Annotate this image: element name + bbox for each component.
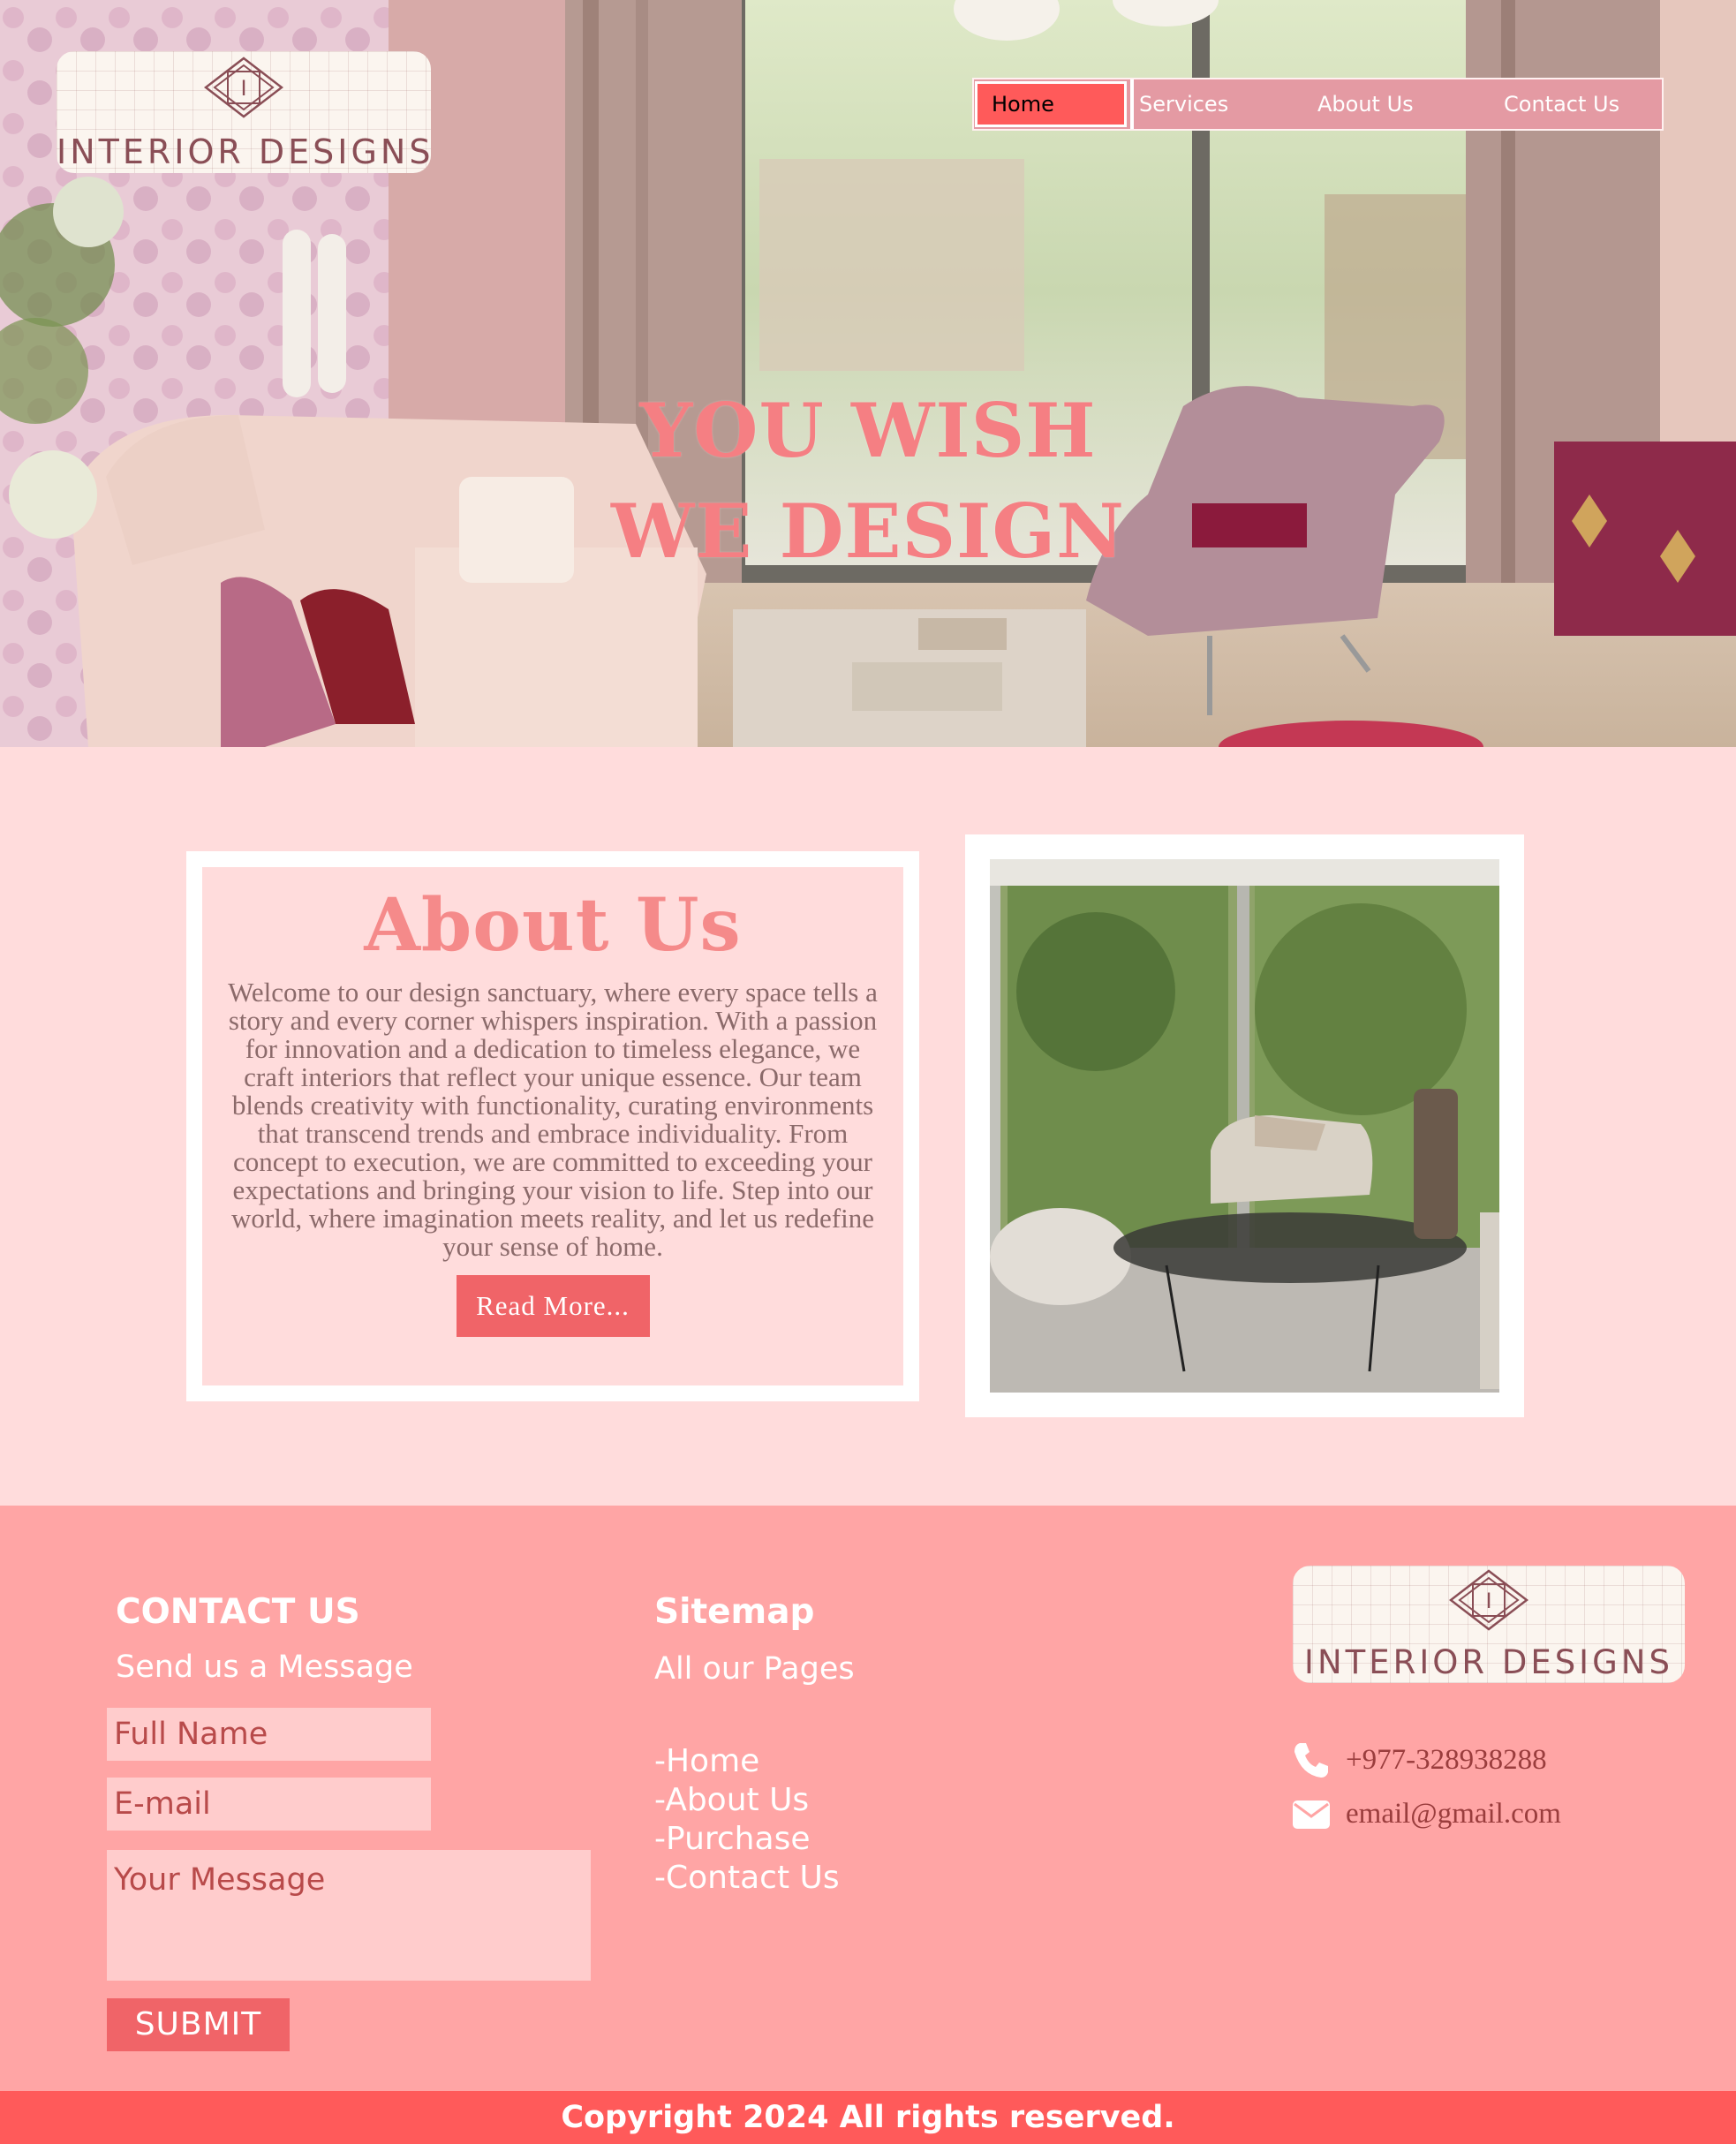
footer: CONTACT US Send us a Message Full Name E… (0, 1506, 1736, 2091)
about-card: About Us Welcome to our design sanctuary… (186, 851, 919, 1401)
submit-button[interactable]: SUBMIT (107, 1998, 290, 2051)
hero-headline-line2: WE DESIGN (611, 487, 1125, 575)
logo[interactable]: I INTERIOR DESIGNS (57, 51, 431, 173)
about-text: Welcome to our design sanctuary, where e… (228, 977, 878, 1262)
svg-text:I: I (240, 76, 246, 101)
nav-separator (1130, 79, 1134, 129)
logo-text: INTERIOR DESIGNS (57, 132, 431, 171)
contact-subheading: Send us a Message (116, 1650, 413, 1685)
phone-number: +977-328938288 (1346, 1743, 1547, 1776)
sitemap-link-purchase[interactable]: -Purchase (654, 1820, 840, 1859)
phone-icon (1294, 1743, 1328, 1778)
nav-home[interactable]: Home (975, 81, 1127, 127)
hero-section: I INTERIOR DESIGNS Home Services About U… (0, 0, 1736, 747)
phone-line: +977-328938288 (1291, 1740, 1547, 1780)
sitemap-subheading: All our Pages (654, 1651, 855, 1687)
nav-about-us[interactable]: About Us (1317, 79, 1504, 129)
svg-text:I: I (1485, 1589, 1491, 1613)
main-nav: Home Services About Us Contact Us (972, 78, 1664, 131)
footer-logo[interactable]: I INTERIOR DESIGNS (1293, 1566, 1685, 1683)
interior-photo-image (990, 859, 1499, 1393)
nav-services[interactable]: Services (1139, 79, 1317, 129)
sitemap-link-about[interactable]: -About Us (654, 1781, 840, 1820)
envelope-icon (1293, 1801, 1330, 1829)
sitemap-heading: Sitemap (654, 1592, 815, 1632)
about-content: About Us Welcome to our design sanctuary… (202, 867, 903, 1385)
about-title: About Us (364, 883, 742, 968)
read-more-button[interactable]: Read More... (456, 1275, 650, 1337)
sitemap-links: -Home -About Us -Purchase -Contact Us (654, 1742, 840, 1898)
contact-heading: CONTACT US (116, 1592, 360, 1632)
message-textarea[interactable]: Your Message (107, 1850, 591, 1981)
about-photo (965, 834, 1524, 1417)
sitemap-link-contact[interactable]: -Contact Us (654, 1859, 840, 1898)
logo-text: INTERIOR DESIGNS (1304, 1643, 1673, 1681)
sitemap-link-home[interactable]: -Home (654, 1742, 840, 1781)
nav-contact-us[interactable]: Contact Us (1504, 79, 1619, 129)
email-address: email@gmail.com (1346, 1797, 1561, 1830)
email-input[interactable]: E-mail (107, 1778, 431, 1831)
email-line: email@gmail.com (1291, 1793, 1561, 1834)
copyright-bar: Copyright 2024 All rights reserved. (0, 2091, 1736, 2144)
logo-diamond-icon: I (1449, 1569, 1528, 1631)
logo-diamond-icon: I (204, 57, 283, 118)
full-name-input[interactable]: Full Name (107, 1708, 431, 1761)
hero-headline-line1: YOU WISH (639, 387, 1097, 474)
